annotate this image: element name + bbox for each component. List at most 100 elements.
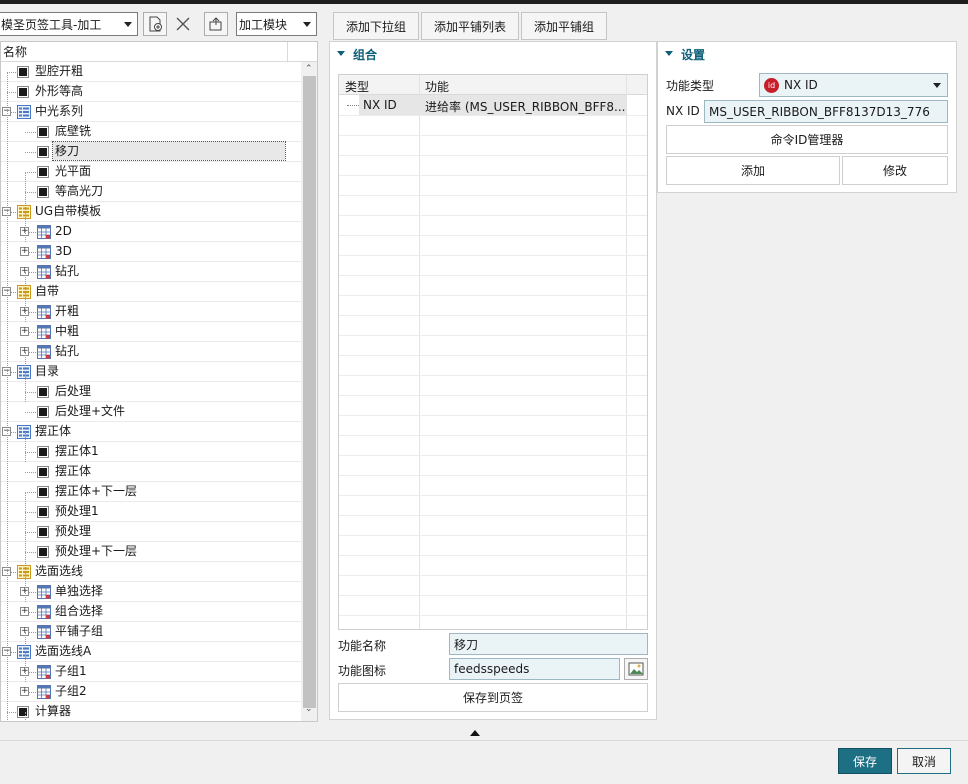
function-icon-field[interactable]: feedsspeeds: [449, 658, 620, 680]
collapse-up-icon[interactable]: [470, 730, 480, 736]
tree-row-label: 摆正体+下一层: [55, 484, 138, 498]
collapse-triangle-icon[interactable]: [665, 51, 673, 56]
tool-select[interactable]: 模圣页签工具-加工: [0, 12, 138, 36]
tree-row[interactable]: − 摆正体: [1, 422, 301, 442]
scroll-up-icon[interactable]: ⌃: [305, 64, 313, 74]
chevron-down-icon: [933, 83, 941, 88]
collapse-triangle-icon[interactable]: [337, 51, 345, 56]
tree-row[interactable]: 底壁铣: [1, 122, 301, 142]
grid-row-line: [339, 415, 647, 416]
tree-row[interactable]: − UG自带模板: [1, 202, 301, 222]
dropdown-list-icon: [17, 105, 31, 119]
tree-row[interactable]: 摆正体1: [1, 442, 301, 462]
tab-add-tile-group[interactable]: 添加平铺组: [521, 12, 607, 40]
tree-trunk-line: [25, 632, 26, 682]
tree-row-label: 选面选线A: [35, 644, 92, 658]
nx-id-input[interactable]: MS_USER_RIBBON_BFF8137D13_776: [704, 100, 948, 123]
close-icon: [176, 17, 190, 31]
tree-scrollbar-thumb[interactable]: [303, 76, 316, 708]
tree-trunk-line: [7, 72, 8, 721]
browse-icon-button[interactable]: [624, 658, 648, 680]
tree-row[interactable]: + 子组2: [1, 682, 301, 702]
tree-connector: [25, 552, 36, 553]
group-list-icon: [17, 285, 31, 299]
module-select[interactable]: 加工模块: [236, 12, 317, 36]
export-button[interactable]: [204, 12, 228, 36]
tree-connector: [7, 72, 16, 73]
grid-row-line: [339, 195, 647, 196]
tree-row[interactable]: 后处理+文件: [1, 402, 301, 422]
tree-row[interactable]: + 钻孔: [1, 262, 301, 282]
tree-row[interactable]: − 选面选线: [1, 562, 301, 582]
tree-row[interactable]: 预处理: [1, 522, 301, 542]
tree-trunk-line: [25, 172, 26, 242]
tree-row[interactable]: +3D: [1, 242, 301, 262]
grid-row-line: [339, 215, 647, 216]
tree-row[interactable]: 预处理1: [1, 502, 301, 522]
tree-row[interactable]: 等高光刀: [1, 182, 301, 202]
new-page-button[interactable]: [143, 12, 167, 36]
tree-row[interactable]: 计算器: [1, 702, 301, 721]
tree-row[interactable]: 摆正体: [1, 462, 301, 482]
tree-row[interactable]: +2D: [1, 222, 301, 242]
tree-trunk-line: [25, 432, 26, 462]
tree-row-label: 子组2: [55, 684, 87, 698]
tree-row-label: 型腔开粗: [35, 64, 84, 78]
scroll-down-icon[interactable]: ⌄: [305, 704, 313, 714]
tree-row-label: 摆正体: [35, 424, 72, 438]
tree-row[interactable]: − 自带: [1, 282, 301, 302]
grid-row-line: [339, 455, 647, 456]
tree-header-name: 名称: [3, 45, 28, 59]
function-icon: [37, 446, 49, 458]
tree-row[interactable]: − 选面选线A: [1, 642, 301, 662]
function-icon: [17, 66, 29, 78]
expand-icon[interactable]: +: [20, 687, 29, 696]
tree-row[interactable]: + 钻孔: [1, 342, 301, 362]
tree-row[interactable]: 移刀: [1, 141, 301, 162]
tree-row[interactable]: 后处理: [1, 382, 301, 402]
tree-row-label: 后处理+文件: [55, 404, 126, 418]
grid-row-line: [339, 515, 647, 516]
function-icon: [37, 386, 49, 398]
tab-add-dropdown-group[interactable]: 添加下拉组: [333, 12, 419, 40]
tree-row-label: 计算器: [35, 704, 72, 718]
delete-button[interactable]: [171, 12, 195, 36]
tree-row[interactable]: 型腔开粗: [1, 62, 301, 82]
tab-add-tile-list[interactable]: 添加平铺列表: [421, 12, 519, 40]
function-name-field[interactable]: 移刀: [449, 633, 648, 655]
tree-row[interactable]: 光平面: [1, 162, 301, 182]
tree-row[interactable]: + 子组1: [1, 662, 301, 682]
tree-row[interactable]: + 中粗: [1, 322, 301, 342]
tree-row-label: 中光系列: [35, 104, 84, 118]
cancel-button[interactable]: 取消: [897, 748, 951, 774]
tree-row[interactable]: 外形等高: [1, 82, 301, 102]
tree-connector: [7, 92, 16, 93]
tree-row[interactable]: − 目录: [1, 362, 301, 382]
expand-icon[interactable]: +: [20, 327, 29, 336]
tree-row[interactable]: + 平铺子组: [1, 622, 301, 642]
tree-row[interactable]: 摆正体+下一层: [1, 482, 301, 502]
function-icon: [37, 406, 49, 418]
tree-row[interactable]: + 单独选择: [1, 582, 301, 602]
tree-connector: [25, 392, 36, 393]
grid-row-selected[interactable]: NX ID 进给率 (MS_USER_RIBBON_BFF8...: [359, 95, 626, 115]
save-button[interactable]: 保存: [838, 748, 892, 774]
tree-row[interactable]: + 开粗: [1, 302, 301, 322]
save-to-tab-button[interactable]: 保存到页签: [338, 683, 648, 712]
function-type-select[interactable]: id NX ID: [759, 73, 948, 97]
tree-row[interactable]: + 组合选择: [1, 602, 301, 622]
tree-row-label: 外形等高: [35, 84, 84, 98]
grid-row-line: [339, 395, 647, 396]
tree-row[interactable]: 预处理+下一层: [1, 542, 301, 562]
command-id-manager-button[interactable]: 命令ID管理器: [666, 125, 948, 154]
tree-trunk-line: [25, 712, 26, 721]
function-icon: [37, 506, 49, 518]
tree-trunk-line: [25, 272, 26, 322]
modify-button[interactable]: 修改: [842, 156, 948, 185]
tree-row[interactable]: − 中光系列: [1, 102, 301, 122]
expand-icon[interactable]: +: [20, 247, 29, 256]
tile-table-icon: [37, 585, 51, 599]
expand-icon[interactable]: +: [20, 607, 29, 616]
add-button[interactable]: 添加: [666, 156, 840, 185]
grid-row-line: [339, 155, 647, 156]
